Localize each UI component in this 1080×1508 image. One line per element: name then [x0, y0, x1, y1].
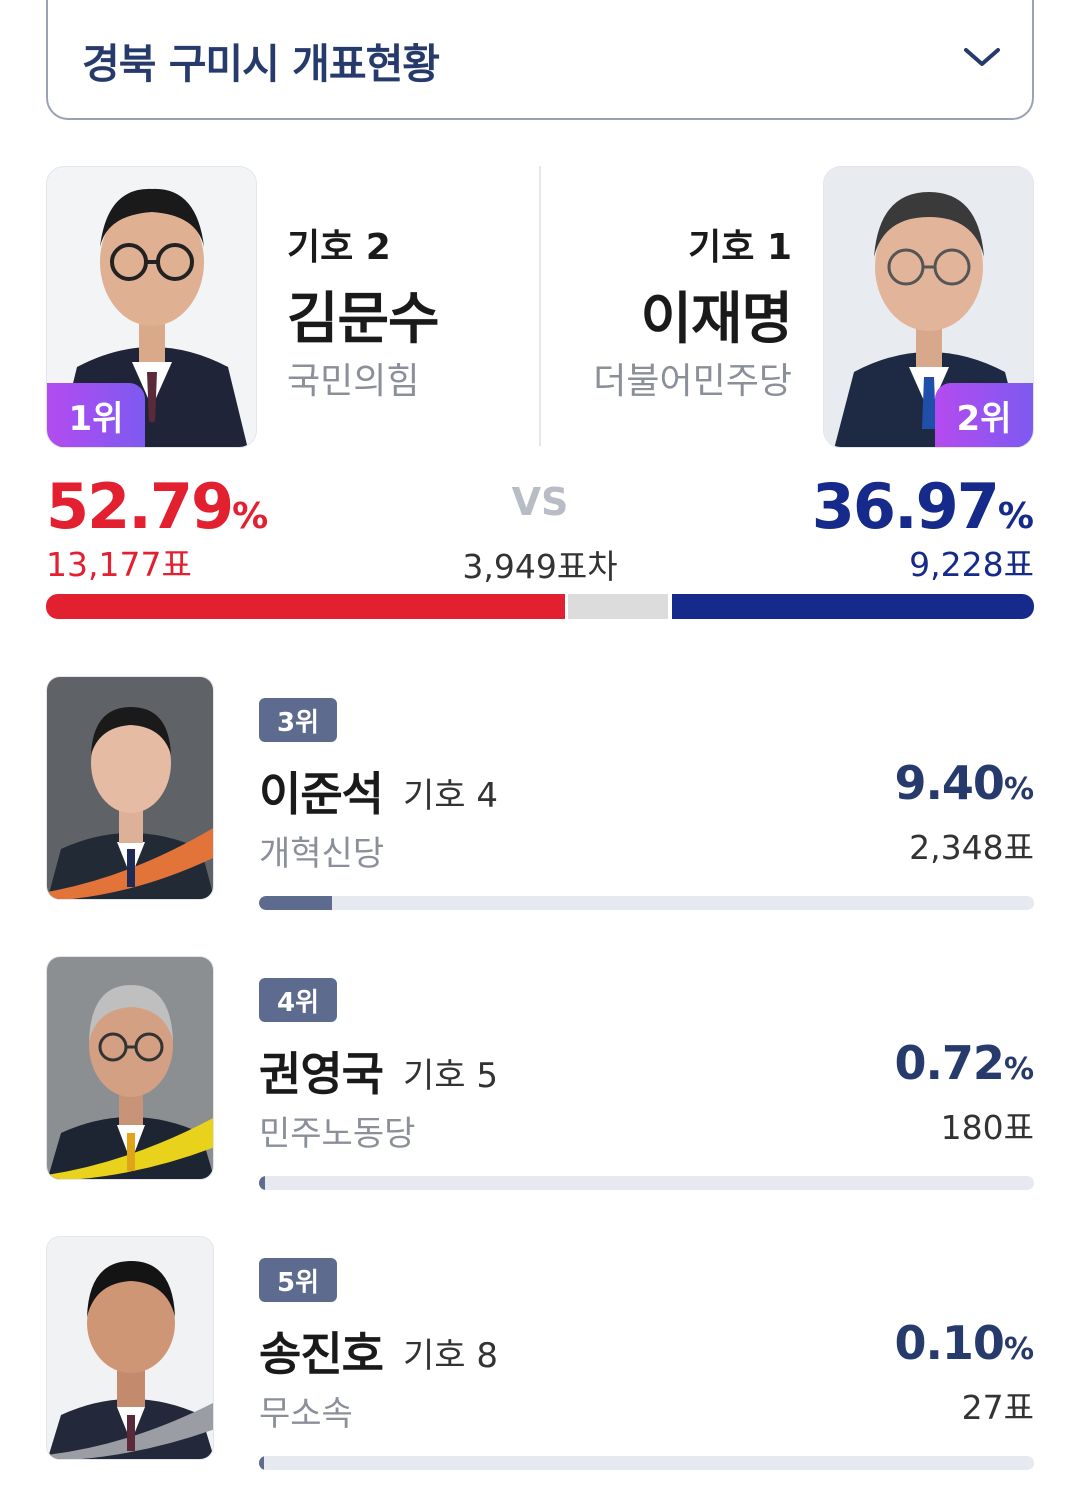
vote-share-bar: [46, 594, 1034, 619]
candidate-photo: [46, 676, 214, 900]
vote-share-bar: [259, 896, 1034, 910]
candidate-party: 무소속: [259, 1394, 353, 1434]
vote-share-right: [672, 594, 1034, 619]
candidate-percent: 36.97%: [811, 470, 1034, 543]
rank-badge: 4위: [259, 978, 337, 1022]
region-select[interactable]: 경북 구미시 개표현황: [46, 0, 1034, 120]
candidate-party: 국민의힘: [287, 361, 420, 402]
candidate-row[interactable]: 3위 이준석 기호 4 개혁신당 9.40% 2,348표: [46, 676, 1034, 916]
candidate-number: 기호 4: [403, 776, 498, 816]
candidate-party: 민주노동당: [259, 1114, 416, 1154]
portrait-image: [47, 1237, 213, 1459]
candidate-name: 이준석: [259, 767, 384, 821]
rank-badge: 5위: [259, 1258, 337, 1302]
candidate-number: 기호 5: [403, 1056, 498, 1096]
candidate-votes: 27표: [961, 1388, 1034, 1427]
rank-badge: 3위: [259, 698, 337, 742]
vote-share-bar: [259, 1456, 1034, 1470]
chevron-down-icon: [964, 48, 1000, 66]
candidate-party: 개혁신당: [259, 834, 385, 874]
candidate-number: 기호 1: [688, 227, 792, 268]
vote-share-left: [46, 594, 565, 619]
candidate-percent: 0.10%: [894, 1316, 1034, 1370]
rank-badge: 1위: [47, 383, 145, 447]
vote-difference: 3,949표차: [462, 547, 618, 586]
candidate-votes: 2,348표: [909, 828, 1034, 867]
candidate-number: 기호 2: [287, 227, 391, 268]
candidate-row[interactable]: 4위 권영국 기호 5 민주노동당 0.72% 180표: [46, 956, 1034, 1196]
vote-share-fill: [259, 1456, 264, 1470]
divider: [539, 166, 541, 446]
candidate-photo: [46, 1236, 214, 1460]
candidate-votes: 13,177표: [46, 545, 192, 584]
candidate-percent: 0.72%: [894, 1036, 1034, 1090]
portrait-image: [47, 677, 213, 899]
vote-share-fill: [259, 896, 332, 910]
vote-share-fill: [259, 1176, 265, 1190]
candidate-row[interactable]: 5위 송진호 기호 8 무소속 0.10% 27표: [46, 1236, 1034, 1476]
candidate-name: 김문수: [287, 287, 440, 352]
region-title: 경북 구미시 개표현황: [82, 40, 440, 88]
candidate-photo-2: 2위: [823, 166, 1034, 448]
candidate-name: 송진호: [259, 1327, 384, 1381]
vote-share-bar: [259, 1176, 1034, 1190]
candidate-photo: [46, 956, 214, 1180]
candidate-photo-1: 1위: [46, 166, 257, 448]
candidate-name: 권영국: [259, 1047, 384, 1101]
rank-badge: 2위: [935, 383, 1033, 447]
candidate-number: 기호 8: [403, 1336, 498, 1376]
candidate-votes: 9,228표: [909, 545, 1034, 584]
candidate-percent: 52.79%: [46, 470, 269, 543]
candidate-name: 이재명: [640, 287, 793, 352]
vs-label: VS: [511, 480, 569, 524]
portrait-image: [47, 957, 213, 1179]
vote-share-gap: [568, 594, 668, 619]
candidate-votes: 180표: [940, 1108, 1034, 1147]
candidate-percent: 9.40%: [894, 756, 1034, 810]
candidate-party: 더불어민주당: [593, 361, 792, 402]
